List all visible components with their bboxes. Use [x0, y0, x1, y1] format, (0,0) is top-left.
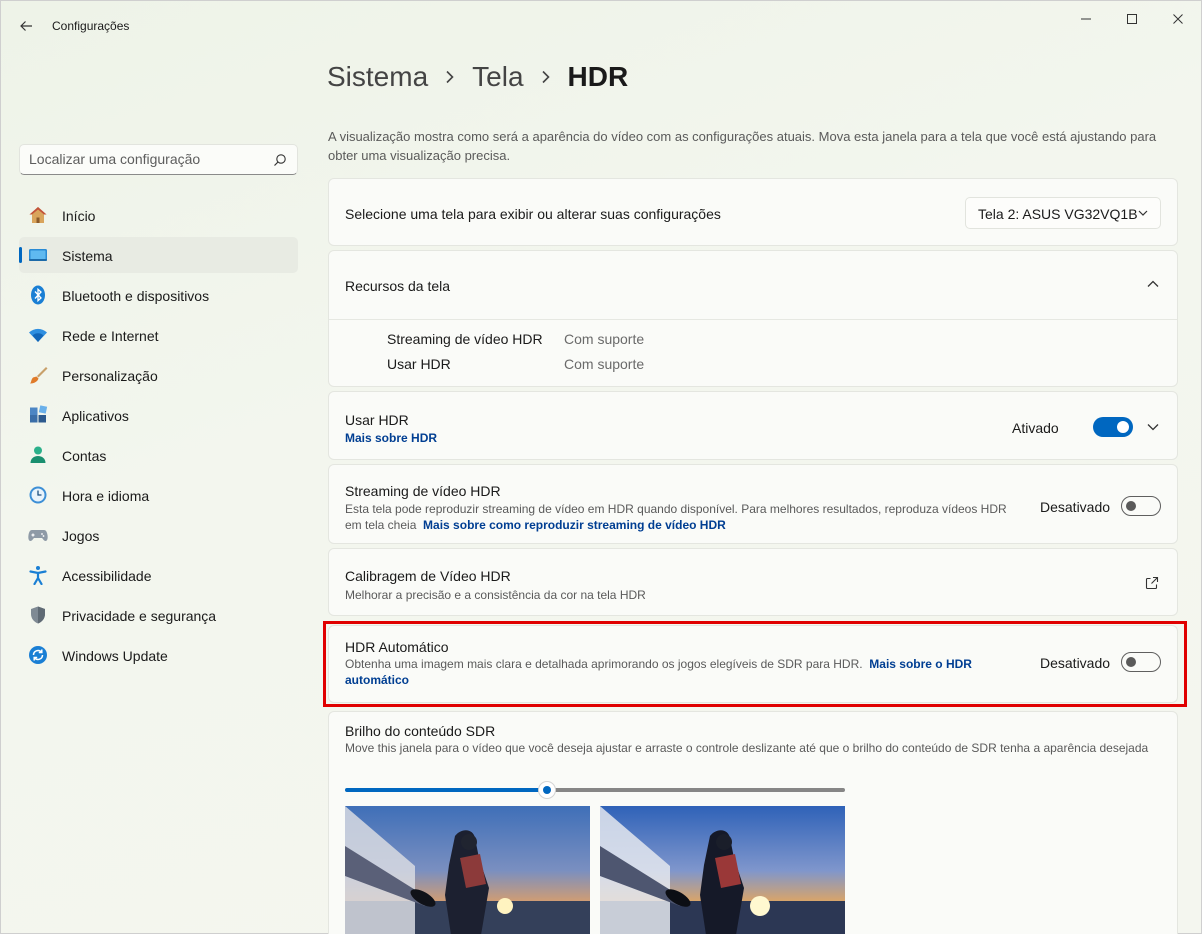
chevron-down-icon [1138, 210, 1148, 216]
breadcrumb-tela[interactable]: Tela [472, 61, 523, 93]
sidebar-item-hora[interactable]: Hora e idioma [19, 477, 298, 513]
display-select-label: Selecione uma tela para exibir ou altera… [345, 206, 721, 222]
sidebar-item-label: Aplicativos [62, 408, 129, 424]
search-input[interactable] [29, 151, 259, 167]
display-dropdown[interactable]: Tela 2: ASUS VG32VQ1B [965, 197, 1161, 229]
update-icon [29, 646, 47, 664]
shield-icon [31, 606, 45, 624]
maximize-icon [1127, 14, 1137, 24]
close-button[interactable] [1155, 5, 1201, 33]
calibration-desc: Melhorar a precisão e a consistência da … [345, 588, 646, 602]
use-hdr-title: Usar HDR [345, 412, 409, 428]
sdr-brightness-title: Brilho do conteúdo SDR [345, 723, 496, 739]
divider [329, 319, 1177, 320]
calibration-title: Calibragem de Vídeo HDR [345, 568, 511, 584]
use-hdr-link[interactable]: Mais sobre HDR [345, 430, 437, 446]
capability-name: Streaming de vídeo HDR [387, 331, 543, 347]
back-arrow-icon [20, 21, 32, 31]
hdr-streaming-desc: Esta tela pode reproduzir streaming de v… [345, 501, 1025, 533]
sidebar-item-label: Personalização [62, 368, 158, 384]
sidebar-item-label: Jogos [62, 528, 100, 544]
use-hdr-toggle[interactable] [1093, 417, 1133, 437]
hdr-streaming-link[interactable]: Mais sobre como reproduzir streaming de … [423, 518, 726, 532]
capability-value: Com suporte [564, 331, 645, 347]
back-button[interactable] [15, 15, 37, 37]
capabilities-title: Recursos da tela [345, 278, 451, 294]
close-icon [1173, 14, 1183, 24]
system-icon [29, 249, 47, 261]
use-hdr-state: Ativado [1012, 420, 1059, 436]
hdr-streaming-state: Desativado [1040, 499, 1111, 515]
chevron-down-icon[interactable] [1147, 423, 1159, 431]
settings-window: Configurações Início Sistema Bluetooth e… [0, 0, 1202, 934]
hdr-streaming-toggle[interactable] [1121, 496, 1161, 516]
home-icon [29, 207, 47, 223]
sidebar-item-label: Windows Update [62, 648, 168, 664]
search-icon[interactable] [273, 153, 287, 167]
sdr-brightness-desc: Move this janela para o vídeo que você d… [345, 741, 1149, 755]
sidebar-item-jogos[interactable]: Jogos [19, 517, 298, 553]
sidebar-item-aplicativos[interactable]: Aplicativos [19, 397, 298, 433]
title-bar: Configurações [1, 1, 1201, 51]
intro-text: A visualização mostra como será a aparên… [328, 129, 1157, 163]
display-dropdown-value: Tela 2: ASUS VG32VQ1B [978, 206, 1138, 222]
accessibility-icon [29, 566, 47, 585]
display-select-card: Selecione uma tela para exibir ou altera… [328, 178, 1178, 246]
page-title: HDR [567, 61, 629, 92]
capabilities-header[interactable]: Recursos da tela [329, 251, 1177, 319]
sidebar-item-label: Início [62, 208, 96, 224]
sidebar-item-label: Hora e idioma [62, 488, 150, 504]
sidebar-item-bluetooth[interactable]: Bluetooth e dispositivos [19, 277, 298, 313]
minimize-button[interactable] [1063, 5, 1109, 33]
breadcrumb-sistema[interactable]: Sistema [327, 61, 428, 93]
breadcrumb: Sistema Tela HDR [327, 61, 628, 93]
sidebar-nav: Início Sistema Bluetooth e dispositivos … [19, 197, 298, 677]
sidebar-item-label: Privacidade e segurança [62, 608, 217, 624]
minimize-icon [1081, 18, 1091, 20]
sidebar-item-label: Acessibilidade [62, 568, 152, 584]
chevron-right-icon [445, 70, 455, 84]
account-icon [30, 446, 46, 463]
chevron-right-icon [541, 70, 551, 84]
sdr-preview-image [345, 806, 590, 934]
highlight-box [323, 621, 1187, 707]
wifi-icon [29, 328, 47, 342]
sidebar-item-label: Contas [62, 448, 107, 464]
slider-track-empty [547, 788, 845, 792]
sdr-brightness-slider[interactable] [538, 781, 556, 799]
sidebar-item-contas[interactable]: Contas [19, 437, 298, 473]
sidebar-item-windows-update[interactable]: Windows Update [19, 637, 298, 673]
app-title: Configurações [52, 19, 130, 33]
gamepad-icon [28, 530, 48, 541]
display-capabilities-card: Recursos da tela Streaming de vídeo HDR … [328, 250, 1178, 387]
sidebar-item-personalizacao[interactable]: Personalização [19, 357, 298, 393]
maximize-button[interactable] [1109, 5, 1155, 33]
sidebar-item-label: Sistema [62, 248, 113, 264]
sidebar-item-sistema[interactable]: Sistema [19, 237, 298, 273]
sidebar-item-label: Bluetooth e dispositivos [62, 288, 210, 304]
sidebar-item-inicio[interactable]: Início [19, 197, 298, 233]
hdr-streaming-title: Streaming de vídeo HDR [345, 483, 501, 499]
slider-track-filled [345, 788, 546, 792]
brush-icon [30, 367, 48, 384]
clock-globe-icon [29, 486, 47, 504]
search-box[interactable] [19, 144, 298, 175]
hdr-calibration-card[interactable]: Calibragem de Vídeo HDR Melhorar a preci… [328, 548, 1178, 616]
chevron-up-icon[interactable] [1147, 280, 1159, 288]
apps-icon [30, 405, 48, 423]
sidebar-item-privacidade[interactable]: Privacidade e segurança [19, 597, 298, 633]
sidebar-item-rede[interactable]: Rede e Internet [19, 317, 298, 353]
capability-value: Com suporte [564, 356, 645, 372]
sidebar-item-acessibilidade[interactable]: Acessibilidade [19, 557, 298, 593]
hdr-streaming-card: Streaming de vídeo HDR Esta tela pode re… [328, 464, 1178, 544]
hdr-preview-image [600, 806, 845, 934]
capability-name: Usar HDR [387, 356, 451, 372]
bluetooth-icon [31, 285, 45, 305]
use-hdr-card: Usar HDR Mais sobre HDR Ativado [328, 391, 1178, 460]
sidebar-item-label: Rede e Internet [62, 328, 159, 344]
external-link-icon [1145, 576, 1159, 590]
